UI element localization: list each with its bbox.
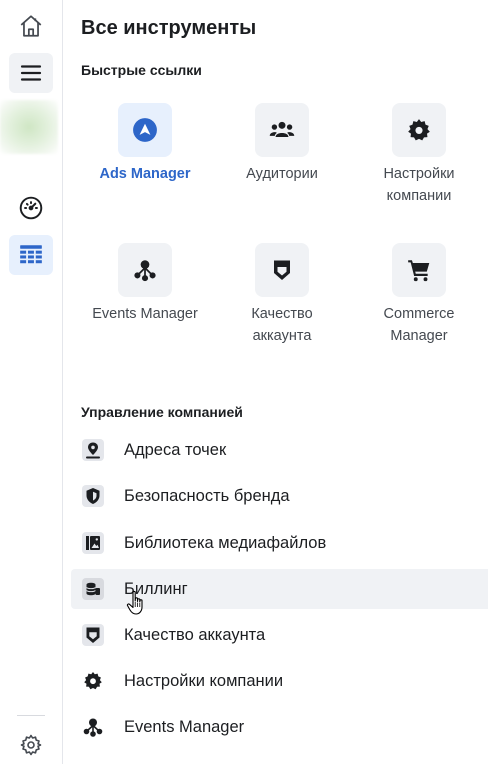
business-management-heading: Управление компанией (81, 404, 243, 420)
hand-cursor-icon (126, 590, 143, 615)
list-item-label: Качество аккаунта (124, 625, 266, 644)
tile-icon-box (392, 103, 446, 157)
tile-icon-box (118, 243, 172, 297)
tile-icon-box (392, 243, 446, 297)
home-icon (20, 15, 42, 37)
list-item-label: Адреса точек (124, 440, 227, 459)
ads-reporting-button[interactable] (9, 235, 53, 275)
list-item-company-settings[interactable]: Настройки компании (71, 661, 488, 701)
all-tools-menu-button[interactable] (9, 53, 53, 93)
map-pin-icon (80, 437, 106, 463)
list-item-brand-safety[interactable]: Безопасность бренда (71, 476, 488, 516)
tile-label: Commerce Manager (383, 306, 455, 344)
list-item-label: Библиотека медиафайлов (124, 533, 327, 552)
tile-label: Ads Manager (99, 166, 191, 182)
audiences-icon (269, 121, 295, 137)
tile-label: Качество аккаунта (251, 306, 313, 344)
list-item-label: Безопасность бренда (124, 486, 290, 505)
list-item-account-quality[interactable]: Качество аккаунта (71, 615, 488, 655)
events-manager-icon (80, 714, 106, 740)
table-icon (20, 245, 42, 264)
list-item-label: Настройки компании (124, 671, 284, 690)
quick-links-heading: Быстрые ссылки (81, 62, 202, 78)
all-tools-panel: Все инструменты Быстрые ссылки Ads Manag… (63, 0, 488, 764)
hamburger-menu-icon (20, 65, 42, 81)
company-settings-icon (80, 668, 106, 694)
gear-icon (20, 734, 42, 756)
account-quality-icon (80, 622, 106, 648)
tile-icon-box (255, 103, 309, 157)
tile-company-settings[interactable]: Настройки компании (359, 103, 479, 207)
tile-events-manager[interactable]: Events Manager (85, 243, 205, 325)
settings-button[interactable] (9, 725, 53, 764)
brand-shield-icon (80, 483, 106, 509)
media-library-icon (80, 530, 106, 556)
list-item-media-library[interactable]: Библиотека медиафайлов (71, 523, 488, 563)
tile-label: Events Manager (92, 306, 198, 322)
tile-icon-box (255, 243, 309, 297)
tile-label: Аудитории (246, 166, 318, 182)
panel-title: Все инструменты (81, 17, 257, 39)
account-avatar[interactable] (0, 100, 58, 154)
cart-icon (408, 260, 430, 282)
performance-button[interactable] (9, 188, 53, 228)
home-button[interactable] (9, 6, 53, 46)
tile-icon-box (118, 103, 172, 157)
tile-audiences[interactable]: Аудитории (222, 103, 342, 185)
shield-icon (274, 260, 290, 280)
rail-divider (17, 715, 45, 716)
events-manager-icon (134, 260, 156, 282)
gauge-icon (19, 196, 43, 220)
list-item-label: Events Manager (124, 717, 245, 736)
tile-commerce-manager[interactable]: Commerce Manager (359, 243, 479, 347)
list-item-locations[interactable]: Адреса точек (71, 430, 488, 470)
list-item-events-manager[interactable]: Events Manager (71, 707, 488, 747)
billing-icon (80, 576, 106, 602)
settings-gear-icon (408, 119, 430, 141)
tile-label: Настройки компании (383, 166, 455, 204)
left-rail (0, 0, 63, 764)
ads-manager-icon (133, 118, 157, 142)
tile-ads-manager[interactable]: Ads Manager (85, 103, 205, 185)
tile-account-quality[interactable]: Качество аккаунта (222, 243, 342, 347)
